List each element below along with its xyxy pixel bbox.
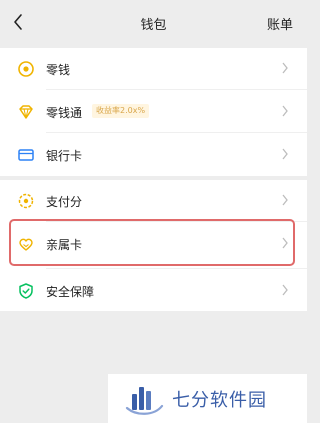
page-title: 钱包	[140, 18, 167, 33]
wallet-item-label: 银行卡	[46, 149, 83, 163]
chevron-right-icon	[282, 284, 288, 296]
watermark: 七分软件园	[108, 374, 307, 423]
diamond-icon	[19, 105, 33, 119]
shield-icon	[19, 283, 33, 299]
wallet-item-label: 支付分	[46, 195, 83, 209]
wallet-item-bank-card[interactable]: 银行卡	[0, 134, 307, 175]
wallet-item-label: 零钱通	[46, 106, 83, 120]
coin-icon	[18, 61, 34, 77]
wallet-item-change[interactable]: 零钱	[0, 48, 307, 89]
chevron-right-icon	[282, 194, 288, 206]
bank-card-icon	[18, 149, 34, 161]
wallet-item-label: 亲属卡	[46, 238, 83, 252]
wallet-item-security[interactable]: 安全保障	[0, 270, 307, 311]
chevron-right-icon	[282, 237, 288, 249]
divider	[46, 268, 307, 269]
divider	[46, 132, 307, 133]
pay-score-icon	[18, 193, 34, 209]
divider	[46, 89, 307, 90]
wallet-item-label: 零钱	[46, 63, 71, 77]
chevron-right-icon	[282, 105, 288, 117]
bill-button[interactable]: 账单	[267, 14, 293, 33]
chevron-right-icon	[282, 62, 288, 74]
watermark-text: 七分软件园	[172, 390, 267, 411]
wallet-item-lingqiantong[interactable]: 零钱通 收益率2.0x%	[0, 91, 307, 132]
wallet-item-label: 安全保障	[46, 285, 95, 299]
watermark-logo-icon	[125, 387, 164, 415]
wallet-item-family-card[interactable]: 亲属卡	[0, 223, 307, 264]
family-card-icon	[19, 238, 33, 251]
chevron-right-icon	[282, 148, 288, 160]
wallet-group-1: 零钱 零钱通 收益率2.0x% 银行卡	[0, 48, 307, 176]
divider	[46, 221, 307, 222]
wallet-item-pay-score[interactable]: 支付分	[0, 180, 307, 221]
wallet-group-2: 支付分 亲属卡 安全保障	[0, 180, 307, 311]
yield-rate-badge: 收益率2.0x%	[92, 104, 150, 118]
top-nav-bar: 钱包 账单	[0, 0, 307, 46]
